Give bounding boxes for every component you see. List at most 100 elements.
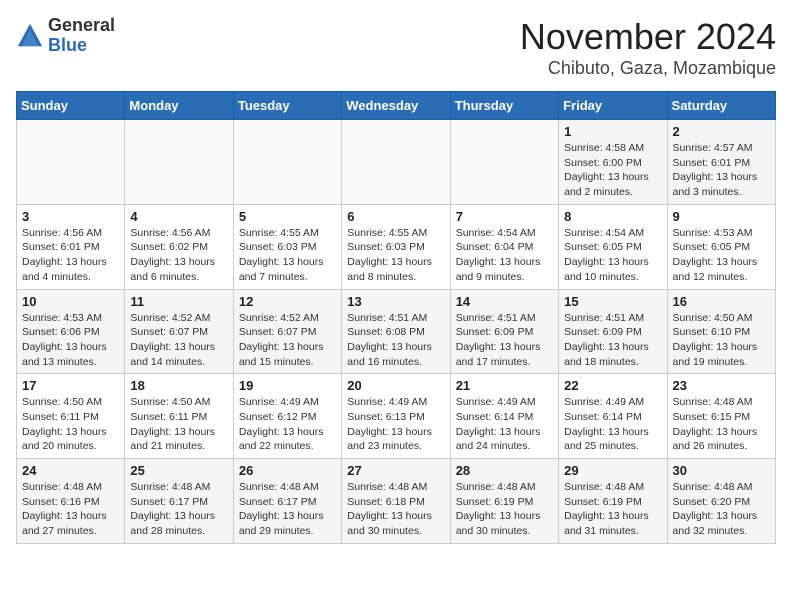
calendar-body: 1Sunrise: 4:58 AM Sunset: 6:00 PM Daylig… — [17, 120, 776, 544]
header-cell-thursday: Thursday — [450, 92, 558, 120]
day-info: Sunrise: 4:51 AM Sunset: 6:08 PM Dayligh… — [347, 311, 444, 370]
day-number: 30 — [673, 463, 770, 478]
day-number: 3 — [22, 209, 119, 224]
header-cell-friday: Friday — [559, 92, 667, 120]
logo: General Blue — [16, 16, 115, 56]
day-info: Sunrise: 4:50 AM Sunset: 6:11 PM Dayligh… — [22, 395, 119, 454]
day-number: 25 — [130, 463, 227, 478]
calendar-row: 3 Sunrise: 4:56 AM Sunset: 6:01 PM Daylig… — [17, 204, 776, 289]
day-number: 13 — [347, 294, 444, 309]
logo-text: General Blue — [48, 16, 115, 56]
header-cell-tuesday: Tuesday — [233, 92, 341, 120]
calendar-cell — [450, 120, 558, 205]
day-number: 9 — [673, 209, 770, 224]
calendar-header: SundayMondayTuesdayWednesdayThursdayFrid… — [17, 92, 776, 120]
calendar-cell: 10Sunrise: 4:53 AM Sunset: 6:06 PM Dayli… — [17, 289, 125, 374]
calendar-row: 17 Sunrise: 4:50 AM Sunset: 6:11 PM Dayli… — [17, 374, 776, 459]
calendar-cell: 5Sunrise: 4:55 AM Sunset: 6:03 PM Daylig… — [233, 204, 341, 289]
day-number: 18 — [130, 378, 227, 393]
calendar-cell: 11Sunrise: 4:52 AM Sunset: 6:07 PM Dayli… — [125, 289, 233, 374]
day-info: Sunrise: 4:54 AM Sunset: 6:05 PM Dayligh… — [564, 226, 661, 285]
day-number: 5 — [239, 209, 336, 224]
day-number: 23 — [673, 378, 770, 393]
day-number: 14 — [456, 294, 553, 309]
calendar-row: 24 Sunrise: 4:48 AM Sunset: 6:16 PM Dayli… — [17, 459, 776, 544]
header-cell-sunday: Sunday — [17, 92, 125, 120]
calendar-cell: 26Sunrise: 4:48 AM Sunset: 6:17 PM Dayli… — [233, 459, 341, 544]
day-info: Sunrise: 4:50 AM Sunset: 6:10 PM Dayligh… — [673, 311, 770, 370]
day-number: 6 — [347, 209, 444, 224]
title-section: November 2024 Chibuto, Gaza, Mozambique — [520, 16, 776, 79]
day-info: Sunrise: 4:48 AM Sunset: 6:15 PM Dayligh… — [673, 395, 770, 454]
calendar-row: 1Sunrise: 4:58 AM Sunset: 6:00 PM Daylig… — [17, 120, 776, 205]
calendar-row: 10Sunrise: 4:53 AM Sunset: 6:06 PM Dayli… — [17, 289, 776, 374]
day-info: Sunrise: 4:48 AM Sunset: 6:17 PM Dayligh… — [239, 480, 336, 539]
day-info: Sunrise: 4:53 AM Sunset: 6:06 PM Dayligh… — [22, 311, 119, 370]
day-number: 7 — [456, 209, 553, 224]
header-row: SundayMondayTuesdayWednesdayThursdayFrid… — [17, 92, 776, 120]
calendar-cell: 2Sunrise: 4:57 AM Sunset: 6:01 PM Daylig… — [667, 120, 775, 205]
calendar-cell: 6 Sunrise: 4:55 AM Sunset: 6:03 PM Daylig… — [342, 204, 450, 289]
day-number: 19 — [239, 378, 336, 393]
day-number: 4 — [130, 209, 227, 224]
month-title: November 2024 — [520, 16, 776, 58]
day-info: Sunrise: 4:51 AM Sunset: 6:09 PM Dayligh… — [564, 311, 661, 370]
calendar-cell: 8Sunrise: 4:54 AM Sunset: 6:05 PM Daylig… — [559, 204, 667, 289]
header-cell-monday: Monday — [125, 92, 233, 120]
calendar-cell: 23 Sunrise: 4:48 AM Sunset: 6:15 PM Dayli… — [667, 374, 775, 459]
calendar-cell — [342, 120, 450, 205]
day-info: Sunrise: 4:55 AM Sunset: 6:03 PM Dayligh… — [347, 226, 444, 285]
location-title: Chibuto, Gaza, Mozambique — [520, 58, 776, 79]
logo-blue: Blue — [48, 36, 115, 56]
calendar-cell — [233, 120, 341, 205]
header-cell-wednesday: Wednesday — [342, 92, 450, 120]
calendar-cell: 28 Sunrise: 4:48 AM Sunset: 6:19 PM Dayli… — [450, 459, 558, 544]
day-info: Sunrise: 4:48 AM Sunset: 6:16 PM Dayligh… — [22, 480, 119, 539]
calendar-cell: 9Sunrise: 4:53 AM Sunset: 6:05 PM Daylig… — [667, 204, 775, 289]
calendar-cell: 19 Sunrise: 4:49 AM Sunset: 6:12 PM Dayli… — [233, 374, 341, 459]
calendar-cell — [17, 120, 125, 205]
calendar-cell: 1Sunrise: 4:58 AM Sunset: 6:00 PM Daylig… — [559, 120, 667, 205]
calendar-cell: 13 Sunrise: 4:51 AM Sunset: 6:08 PM Dayli… — [342, 289, 450, 374]
day-info: Sunrise: 4:52 AM Sunset: 6:07 PM Dayligh… — [239, 311, 336, 370]
calendar-cell: 30 Sunrise: 4:48 AM Sunset: 6:20 PM Dayli… — [667, 459, 775, 544]
day-info: Sunrise: 4:48 AM Sunset: 6:20 PM Dayligh… — [673, 480, 770, 539]
day-info: Sunrise: 4:49 AM Sunset: 6:14 PM Dayligh… — [564, 395, 661, 454]
calendar-cell: 14Sunrise: 4:51 AM Sunset: 6:09 PM Dayli… — [450, 289, 558, 374]
calendar-cell: 18Sunrise: 4:50 AM Sunset: 6:11 PM Dayli… — [125, 374, 233, 459]
day-number: 17 — [22, 378, 119, 393]
day-number: 22 — [564, 378, 661, 393]
day-number: 27 — [347, 463, 444, 478]
calendar-cell: 29Sunrise: 4:48 AM Sunset: 6:19 PM Dayli… — [559, 459, 667, 544]
calendar-cell: 12 Sunrise: 4:52 AM Sunset: 6:07 PM Dayli… — [233, 289, 341, 374]
day-number: 24 — [22, 463, 119, 478]
day-number: 21 — [456, 378, 553, 393]
header-cell-saturday: Saturday — [667, 92, 775, 120]
day-info: Sunrise: 4:48 AM Sunset: 6:17 PM Dayligh… — [130, 480, 227, 539]
day-number: 20 — [347, 378, 444, 393]
day-info: Sunrise: 4:48 AM Sunset: 6:19 PM Dayligh… — [564, 480, 661, 539]
calendar-cell: 22 Sunrise: 4:49 AM Sunset: 6:14 PM Dayli… — [559, 374, 667, 459]
day-number: 28 — [456, 463, 553, 478]
day-info: Sunrise: 4:58 AM Sunset: 6:00 PM Dayligh… — [564, 141, 661, 200]
calendar-cell: 24 Sunrise: 4:48 AM Sunset: 6:16 PM Dayli… — [17, 459, 125, 544]
calendar-cell: 15 Sunrise: 4:51 AM Sunset: 6:09 PM Dayli… — [559, 289, 667, 374]
calendar-cell: 25 Sunrise: 4:48 AM Sunset: 6:17 PM Dayli… — [125, 459, 233, 544]
day-number: 12 — [239, 294, 336, 309]
day-info: Sunrise: 4:48 AM Sunset: 6:19 PM Dayligh… — [456, 480, 553, 539]
calendar-cell: 3 Sunrise: 4:56 AM Sunset: 6:01 PM Daylig… — [17, 204, 125, 289]
calendar-cell: 16Sunrise: 4:50 AM Sunset: 6:10 PM Dayli… — [667, 289, 775, 374]
calendar-cell: 4Sunrise: 4:56 AM Sunset: 6:02 PM Daylig… — [125, 204, 233, 289]
day-number: 15 — [564, 294, 661, 309]
day-number: 11 — [130, 294, 227, 309]
day-info: Sunrise: 4:49 AM Sunset: 6:13 PM Dayligh… — [347, 395, 444, 454]
day-info: Sunrise: 4:49 AM Sunset: 6:12 PM Dayligh… — [239, 395, 336, 454]
calendar-cell — [125, 120, 233, 205]
day-info: Sunrise: 4:57 AM Sunset: 6:01 PM Dayligh… — [673, 141, 770, 200]
calendar-table: SundayMondayTuesdayWednesdayThursdayFrid… — [16, 91, 776, 544]
calendar-cell: 17 Sunrise: 4:50 AM Sunset: 6:11 PM Dayli… — [17, 374, 125, 459]
day-info: Sunrise: 4:54 AM Sunset: 6:04 PM Dayligh… — [456, 226, 553, 285]
day-info: Sunrise: 4:48 AM Sunset: 6:18 PM Dayligh… — [347, 480, 444, 539]
logo-icon — [16, 22, 44, 50]
day-info: Sunrise: 4:56 AM Sunset: 6:01 PM Dayligh… — [22, 226, 119, 285]
